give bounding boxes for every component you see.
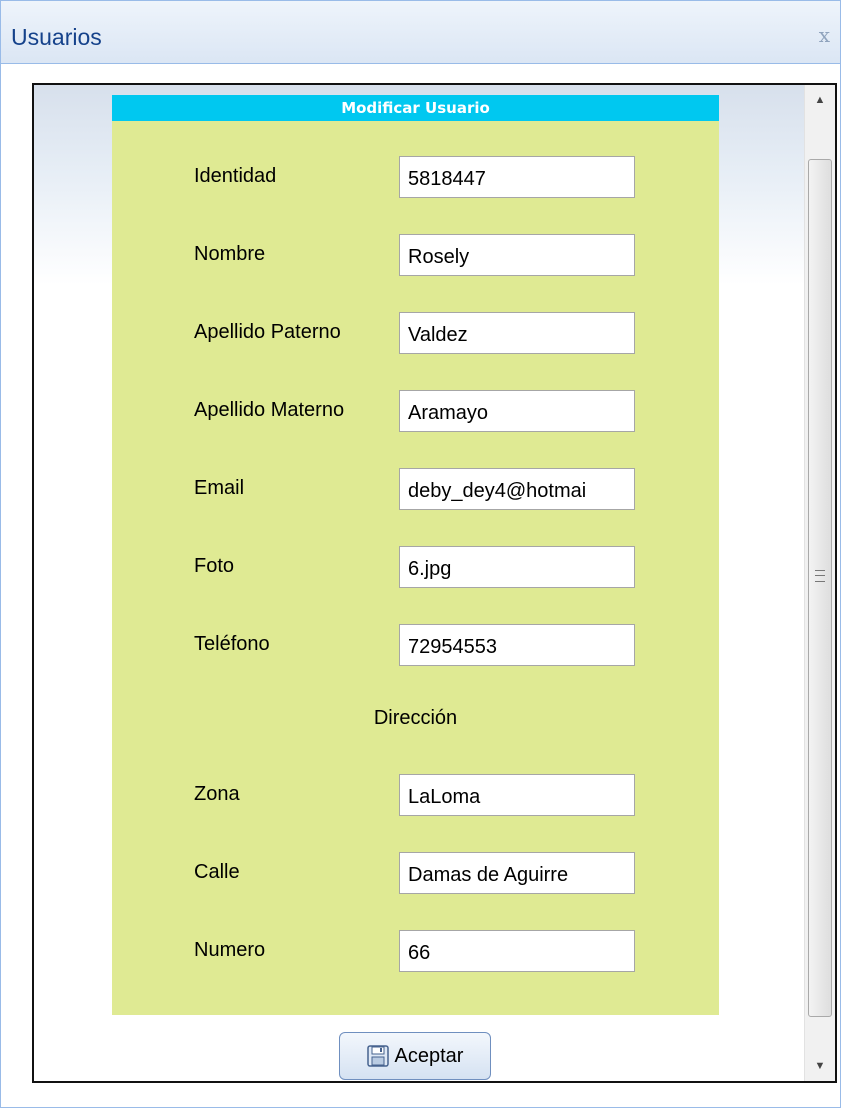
label-identidad: Identidad bbox=[194, 165, 277, 187]
row-zona: Zona bbox=[112, 774, 719, 816]
window-title: Usuarios bbox=[11, 24, 102, 50]
label-apellido-paterno: Apellido Paterno bbox=[194, 321, 341, 343]
modify-user-form: Modificar Usuario Identidad Nombre Apell… bbox=[112, 95, 719, 1015]
row-telefono: Teléfono bbox=[112, 624, 719, 666]
calle-input[interactable] bbox=[399, 852, 635, 894]
window-titlebar[interactable]: Usuarios x bbox=[1, 1, 840, 64]
row-nombre: Nombre bbox=[112, 234, 719, 276]
apellido-materno-input[interactable] bbox=[399, 390, 635, 432]
scrollbar-thumb[interactable] bbox=[808, 159, 832, 1017]
label-telefono: Teléfono bbox=[194, 633, 270, 655]
accept-label: Aceptar bbox=[394, 1044, 464, 1067]
identidad-input[interactable] bbox=[399, 156, 635, 198]
direccion-section-title: Dirección bbox=[373, 707, 458, 729]
numero-input[interactable] bbox=[399, 930, 635, 972]
vertical-scrollbar[interactable]: ▲ ▼ bbox=[804, 85, 835, 1081]
accept-button[interactable]: Aceptar bbox=[339, 1032, 491, 1080]
label-calle: Calle bbox=[194, 861, 240, 883]
zona-input[interactable] bbox=[399, 774, 635, 816]
label-numero: Numero bbox=[194, 939, 266, 961]
scroll-grip-icon bbox=[815, 570, 825, 582]
row-foto: Foto bbox=[112, 546, 719, 588]
form-header: Modificar Usuario bbox=[112, 95, 719, 121]
nombre-input[interactable] bbox=[399, 234, 635, 276]
row-email: Email bbox=[112, 468, 719, 510]
label-nombre: Nombre bbox=[194, 243, 266, 265]
label-zona: Zona bbox=[194, 783, 240, 805]
apellido-paterno-input[interactable] bbox=[399, 312, 635, 354]
email-input[interactable] bbox=[399, 468, 635, 510]
content-frame: Modificar Usuario Identidad Nombre Apell… bbox=[32, 83, 837, 1083]
scroll-down-arrow-icon[interactable]: ▼ bbox=[805, 1051, 835, 1081]
row-apellido-materno: Apellido Materno bbox=[112, 390, 719, 432]
scroll-up-arrow-icon[interactable]: ▲ bbox=[805, 85, 835, 115]
save-icon bbox=[366, 1045, 389, 1067]
row-identidad: Identidad bbox=[112, 156, 719, 198]
dialog-body: Modificar Usuario Identidad Nombre Apell… bbox=[1, 64, 840, 1107]
close-icon[interactable]: x bbox=[819, 23, 830, 47]
row-apellido-paterno: Apellido Paterno bbox=[112, 312, 719, 354]
label-foto: Foto bbox=[194, 555, 235, 577]
label-email: Email bbox=[194, 477, 245, 499]
row-calle: Calle bbox=[112, 852, 719, 894]
label-apellido-materno: Apellido Materno bbox=[194, 399, 345, 421]
telefono-input[interactable] bbox=[399, 624, 635, 666]
dialog-window: Usuarios x Modificar Usuario Identidad N… bbox=[0, 0, 841, 1108]
foto-input[interactable] bbox=[399, 546, 635, 588]
row-numero: Numero bbox=[112, 930, 719, 972]
